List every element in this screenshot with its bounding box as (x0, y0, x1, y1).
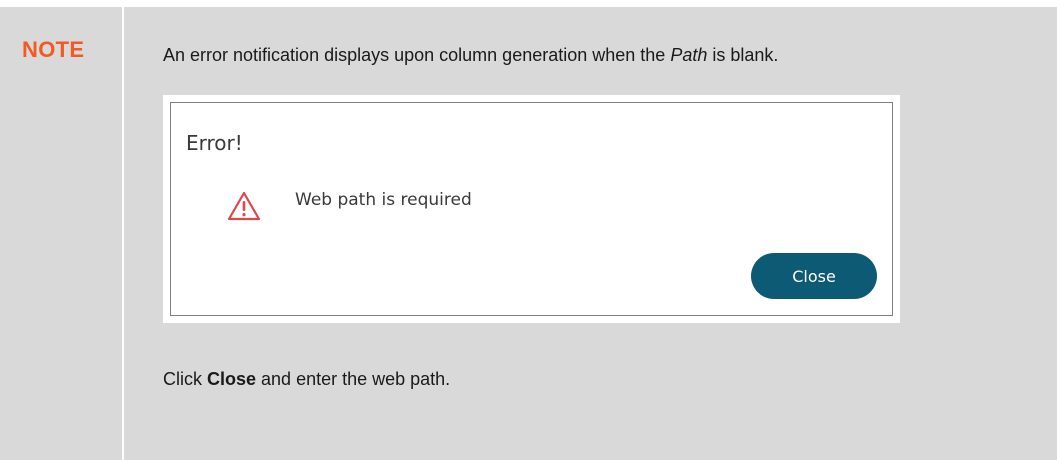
outro-bold: Close (207, 369, 257, 389)
intro-after: is blank. (707, 45, 779, 65)
error-dialog: Error! Web path is required Close (170, 102, 893, 316)
dialog-title: Error! (186, 131, 243, 155)
note-label: NOTE (22, 37, 85, 62)
note-intro-text: An error notification displays upon colu… (163, 45, 778, 66)
outro-after: and enter the web path. (256, 369, 451, 389)
note-content: An error notification displays upon colu… (126, 7, 1057, 460)
intro-before: An error notification displays upon colu… (163, 45, 671, 65)
note-box: NOTE An error notification displays upon… (0, 7, 1057, 460)
outro-before: Click (163, 369, 207, 389)
error-dialog-screenshot: Error! Web path is required Close (163, 95, 900, 323)
note-outro-text: Click Close and enter the web path. (163, 369, 450, 390)
close-button[interactable]: Close (751, 253, 877, 299)
warning-triangle-icon (227, 191, 261, 221)
dialog-message: Web path is required (295, 190, 472, 210)
intro-emphasis: Path (670, 45, 708, 65)
note-label-cell: NOTE (0, 7, 124, 460)
